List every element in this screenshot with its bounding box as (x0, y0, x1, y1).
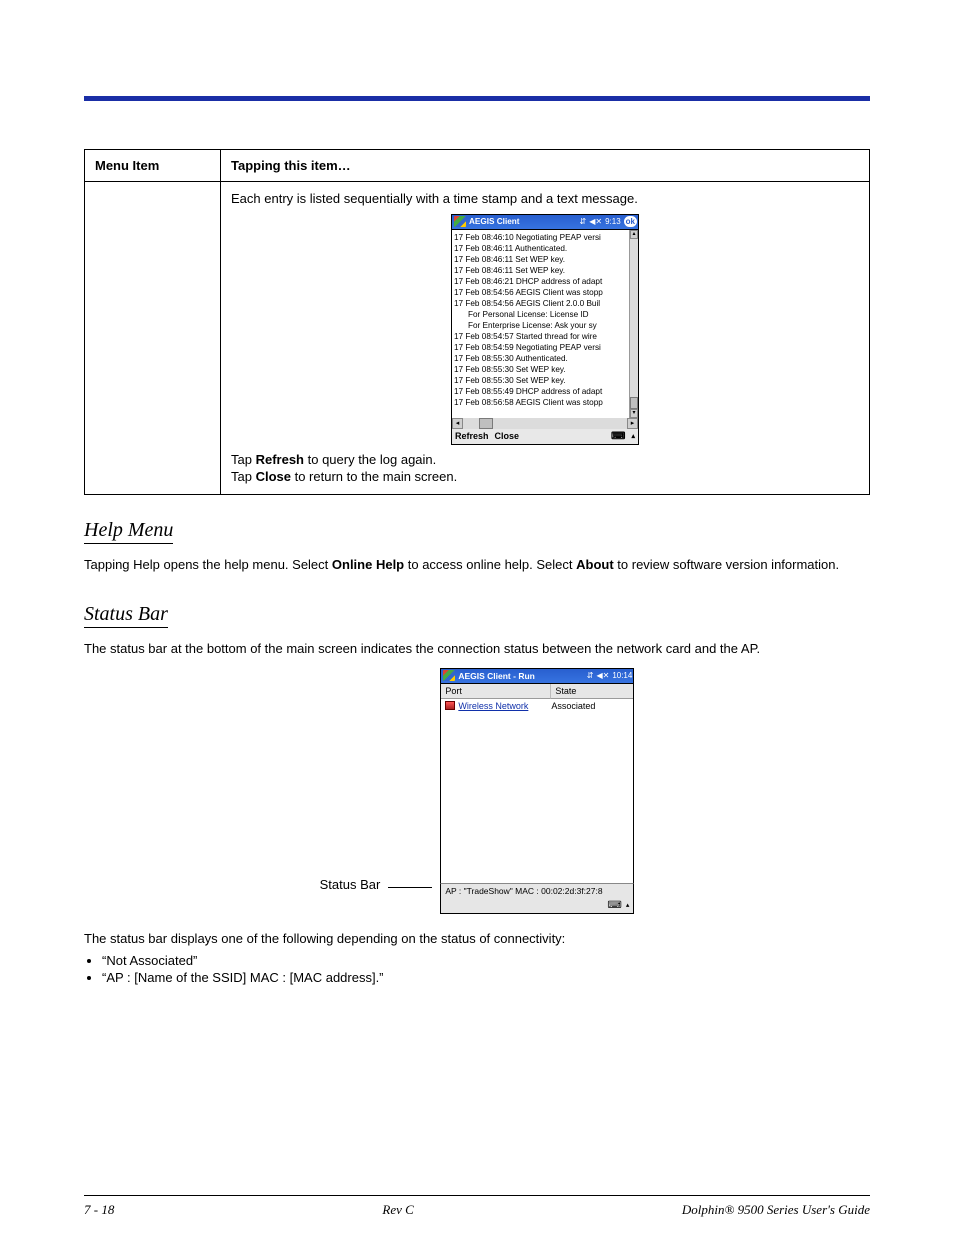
list-item[interactable]: Wireless Network Associated (441, 699, 633, 713)
callout-leader-line (388, 887, 432, 888)
log-intro: Each entry is listed sequentially with a… (231, 190, 859, 208)
pda2-column-header: Port State (440, 684, 634, 699)
status-bar-callout-label: Status Bar (320, 877, 381, 914)
bullet-item: “Not Associated” (102, 953, 870, 968)
status-bar-outro: The status bar displays one of the follo… (84, 930, 870, 948)
connectivity-icon: ⇵ (587, 671, 594, 680)
pda1-titlebar: AEGIS Client ⇵ ◀✕ 9:13 ok (451, 214, 639, 230)
menu-table: Menu Item Tapping this item… Each entry … (84, 149, 870, 495)
log-line: 17 Feb 08:54:56 AEGIS Client 2.0.0 Buil (454, 298, 628, 309)
page-footer: 7 - 18 Rev C Dolphin® 9500 Series User's… (84, 1196, 870, 1218)
log-line: 17 Feb 08:56:58 AEGIS Client was stopp (454, 397, 628, 408)
pda2-status-bar: AP : "TradeShow" MAC : 00:02:2d:3f:27:8 (440, 883, 634, 898)
pda2-titlebar: AEGIS Client - Run ⇵ ◀✕ 10:14 (440, 668, 634, 684)
pda1-log-body: 17 Feb 08:46:10 Negotiating PEAP versi17… (451, 230, 639, 418)
ok-button[interactable]: ok (624, 216, 637, 227)
keyboard-icon[interactable]: ⌨ (611, 431, 625, 442)
sip-up-icon[interactable]: ▴ (631, 432, 635, 440)
log-line: 17 Feb 08:46:11 Authenticated. (454, 243, 628, 254)
log-line: 17 Feb 08:46:11 Set WEP key. (454, 265, 628, 276)
col-state[interactable]: State (551, 684, 633, 699)
scroll-up-icon[interactable]: ▴ (630, 230, 638, 239)
pda2-list-body: Wireless Network Associated (440, 699, 634, 883)
td-body: Each entry is listed sequentially with a… (221, 182, 870, 495)
log-line: For Enterprise License: Ask your sy (454, 320, 628, 331)
status-bar-intro: The status bar at the bottom of the main… (84, 640, 870, 658)
pda1-vscrollbar[interactable]: ▴ ▾ (629, 230, 638, 418)
log-line: 17 Feb 08:46:10 Negotiating PEAP versi (454, 232, 628, 243)
log-line: 17 Feb 08:54:56 AEGIS Client was stopp (454, 287, 628, 298)
th-menu-item: Menu Item (85, 150, 221, 182)
log-line: 17 Feb 08:55:30 Authenticated. (454, 353, 628, 364)
pda2-clock: 10:14 (612, 671, 632, 680)
pda2-figure: Status Bar AEGIS Client - Run ⇵ ◀✕ 10:14… (84, 668, 870, 914)
footer-page: 7 - 18 (84, 1202, 114, 1218)
refresh-menu[interactable]: Refresh (455, 431, 489, 441)
connectivity-icon: ⇵ (580, 217, 587, 226)
windows-flag-icon (443, 670, 455, 681)
td-menu-empty (85, 182, 221, 495)
scroll-thumb[interactable] (630, 397, 638, 409)
help-menu-text: Tapping Help opens the help menu. Select… (84, 556, 870, 574)
pda2-bottom-bar: ⌨ ▴ (440, 898, 634, 914)
top-rule (84, 96, 870, 101)
footer-rev: Rev C (382, 1202, 413, 1218)
pda-status-window: AEGIS Client - Run ⇵ ◀✕ 10:14 Port State… (440, 668, 634, 914)
scroll-down-icon[interactable]: ▾ (630, 409, 638, 418)
col-port[interactable]: Port (441, 684, 551, 699)
pda1-clock: 9:13 (605, 217, 621, 226)
pda2-title: AEGIS Client - Run (458, 671, 535, 681)
scroll-left-icon[interactable]: ◂ (452, 418, 463, 429)
pda1-title: AEGIS Client (469, 217, 520, 226)
pda-log-window: AEGIS Client ⇵ ◀✕ 9:13 ok 17 Feb 08:46:1… (451, 214, 639, 445)
pda1-status-icons: ⇵ ◀✕ 9:13 (580, 217, 621, 226)
pda2-status-icons: ⇵ ◀✕ 10:14 (587, 671, 633, 680)
windows-flag-icon (454, 216, 466, 227)
tap-close-line: Tap Close to return to the main screen. (231, 468, 859, 486)
bullet-item: “AP : [Name of the SSID] MAC : [MAC addr… (102, 970, 870, 985)
log-line: 17 Feb 08:54:59 Negotiating PEAP versi (454, 342, 628, 353)
status-bullets: “Not Associated” “AP : [Name of the SSID]… (102, 953, 870, 985)
log-line: 17 Feb 08:46:21 DHCP address of adapt (454, 276, 628, 287)
pda1-menubar: Refresh Close ⌨ ▴ (451, 429, 639, 445)
sip-up-icon[interactable]: ▴ (626, 901, 630, 909)
log-line: 17 Feb 08:54:57 Started thread for wire (454, 331, 628, 342)
log-line: 17 Feb 08:55:49 DHCP address of adapt (454, 386, 628, 397)
speaker-icon: ◀✕ (596, 671, 609, 680)
help-menu-heading: Help Menu (84, 519, 173, 544)
network-icon (445, 701, 455, 710)
scroll-right-icon[interactable]: ▸ (627, 418, 638, 429)
status-bar-heading: Status Bar (84, 603, 168, 628)
hscroll-thumb[interactable] (479, 418, 493, 429)
log-line: For Personal License: License ID (454, 309, 628, 320)
log-line: 17 Feb 08:55:30 Set WEP key. (454, 375, 628, 386)
keyboard-icon[interactable]: ⌨ (607, 900, 621, 911)
speaker-icon: ◀✕ (589, 217, 602, 226)
log-line: 17 Feb 08:55:30 Set WEP key. (454, 364, 628, 375)
tap-refresh-line: Tap Refresh to query the log again. (231, 451, 859, 469)
close-menu[interactable]: Close (495, 431, 520, 441)
footer-guide: Dolphin® 9500 Series User's Guide (682, 1202, 870, 1218)
log-line: 17 Feb 08:46:11 Set WEP key. (454, 254, 628, 265)
pda1-hscrollbar[interactable]: ◂ ▸ (451, 418, 639, 429)
th-tapping: Tapping this item… (221, 150, 870, 182)
page: Menu Item Tapping this item… Each entry … (0, 0, 954, 1258)
